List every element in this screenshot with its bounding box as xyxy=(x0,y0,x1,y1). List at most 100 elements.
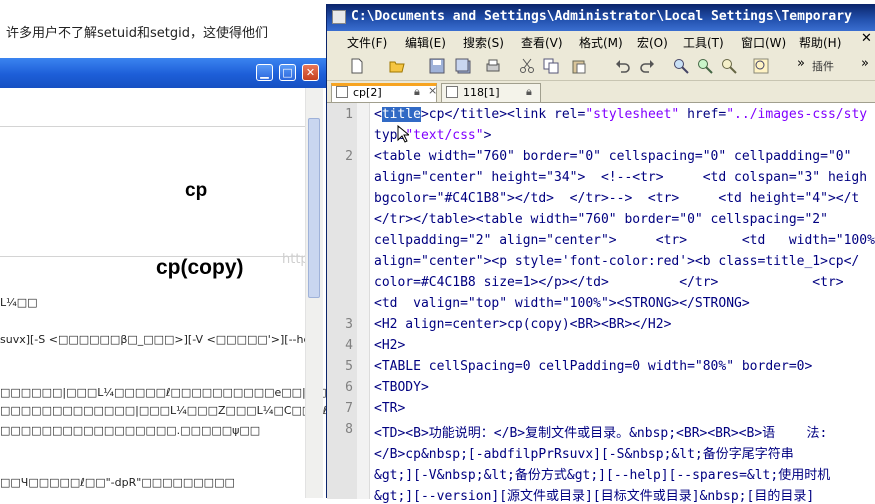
code-string: "stylesheet" xyxy=(585,107,680,122)
menu-search[interactable]: 搜索(S) xyxy=(463,34,504,51)
maximize-icon: □ xyxy=(282,66,293,79)
code-string: "text/css" xyxy=(405,128,484,143)
tab-label: 118[1] xyxy=(463,86,500,99)
open-file-icon[interactable] xyxy=(389,58,405,74)
notepadpp-window: C:\Documents and Settings\Administrator\… xyxy=(326,4,875,504)
code-line: <TABLE cellSpacing=0 cellPadding=0 width… xyxy=(374,359,813,374)
print-icon[interactable] xyxy=(485,58,501,74)
line-number: 2 xyxy=(345,149,353,164)
find-replace-icon[interactable] xyxy=(721,58,737,74)
code-line: &gt;][-V&nbsp;&lt;备份方式&gt;][--help][--sp… xyxy=(374,468,831,483)
lock-icon: 🔒︎ xyxy=(414,85,420,98)
menu-macro[interactable]: 宏(O) xyxy=(637,34,668,51)
code-line: <TD><B>功能说明：</B>复制文件或目录。&nbsp;<BR><BR><B… xyxy=(374,426,828,441)
browser-page-content: cp cp(copy) L¼□□ suvx][-S <□□□□□□β□_□□□>… xyxy=(0,88,358,498)
code-line: &gt;][--version][源文件或目录][目标文件或目录]&nbsp;[… xyxy=(374,489,815,504)
tab-cp2[interactable]: cp[2] 🔒︎ × xyxy=(331,83,437,102)
selected-text: title xyxy=(381,107,421,122)
code-line: <TR> xyxy=(374,401,406,416)
find-next-icon[interactable] xyxy=(697,58,713,74)
file-icon xyxy=(336,86,348,98)
divider xyxy=(0,256,305,257)
line-number: 6 xyxy=(345,380,353,395)
menu-format[interactable]: 格式(M) xyxy=(579,34,623,51)
close-icon: ✕ xyxy=(305,66,316,79)
save-icon[interactable] xyxy=(429,58,445,74)
scrollbar-thumb[interactable] xyxy=(308,118,320,298)
background-page-text: 许多用户不了解setuid和setgid，这使得他们 xyxy=(6,26,268,41)
menu-file[interactable]: 文件(F) xyxy=(347,34,387,51)
minimize-button[interactable]: ▁ xyxy=(256,64,273,81)
tab-bar: cp[2] 🔒︎ × 118[1] 🔒︎ xyxy=(327,81,875,102)
divider xyxy=(0,126,305,127)
code-line: <TBODY> xyxy=(374,380,429,395)
line-number: 8 xyxy=(345,422,353,437)
code-line: cellpadding="2" align="center"> <tr> <td… xyxy=(374,233,875,248)
code-text: >cp</title><link rel= xyxy=(420,107,586,122)
undo-icon[interactable] xyxy=(615,58,631,74)
tab-118[interactable]: 118[1] 🔒︎ xyxy=(441,83,541,102)
garbled-text-line: suvx][-S <□□□□□□β□_□□□>][-V <□□□□□'>][--… xyxy=(0,333,314,346)
menu-help[interactable]: 帮助(H) xyxy=(799,34,841,51)
window-title: C:\Documents and Settings\Administrator\… xyxy=(351,9,852,24)
npp-titlebar[interactable]: C:\Documents and Settings\Administrator\… xyxy=(327,4,875,31)
line-number: 7 xyxy=(345,401,353,416)
line-number: 5 xyxy=(345,359,353,374)
code-text: href= xyxy=(679,107,727,122)
maximize-button[interactable]: □ xyxy=(279,64,296,81)
plugins-label[interactable]: 插件 xyxy=(812,58,834,74)
zoom-icon[interactable] xyxy=(753,58,769,74)
lock-icon: 🔒︎ xyxy=(526,85,532,98)
browser-titlebar[interactable]: ▁ □ ✕ xyxy=(0,58,326,88)
code-line: </B>cp&nbsp;[-abdfilpPrRsuvx][-S&nbsp;&l… xyxy=(374,447,794,462)
close-button[interactable]: ✕ xyxy=(302,64,319,81)
file-icon xyxy=(446,86,458,98)
menu-bar: 文件(F) 编辑(E) 搜索(S) 查看(V) 格式(M) 宏(O) 工具(T)… xyxy=(327,31,875,52)
paste-icon[interactable] xyxy=(571,58,587,74)
code-line: <table width="760" border="0" cellspacin… xyxy=(374,149,852,164)
find-icon[interactable] xyxy=(673,58,689,74)
menu-tools[interactable]: 工具(T) xyxy=(683,34,724,51)
menu-edit[interactable]: 编辑(E) xyxy=(405,34,446,51)
page-heading-cp-copy: cp(copy) xyxy=(156,256,244,279)
line-number: 1 xyxy=(345,107,353,122)
menu-view[interactable]: 查看(V) xyxy=(521,34,563,51)
code-editor[interactable]: 1 2 3 4 5 6 7 8 <title>cp</title><link r… xyxy=(327,102,875,504)
code-line: bgcolor="#C4C1B8"></td> </tr>--> <tr> <t… xyxy=(374,191,860,206)
garbled-text-line: L¼□□ xyxy=(0,296,38,309)
tab-label: cp[2] xyxy=(353,86,382,99)
garbled-text-line: □□□□□□□□□□□□□□□□□.□□□□□ψ□□ xyxy=(0,424,261,437)
close-tab-icon[interactable]: × xyxy=(428,84,437,97)
code-line: align="center" height="34"> <!--<tr> <td… xyxy=(374,170,868,185)
browser-window: ▁ □ ✕ cp cp(copy) L¼□□ suvx][-S <□□□□□□β… xyxy=(0,58,358,498)
toolbar-overflow-icon[interactable]: » xyxy=(861,56,869,71)
menu-close-doc-icon[interactable]: ✕ xyxy=(861,31,872,46)
menu-window[interactable]: 窗口(W) xyxy=(741,34,786,51)
mouse-cursor-icon xyxy=(397,125,409,143)
toolbar-overflow-icon[interactable]: » xyxy=(797,56,805,71)
toolbar: » 插件 » xyxy=(327,52,875,81)
code-line: <td valign="top" width="100%"><STRONG></… xyxy=(374,296,750,311)
fold-margin[interactable] xyxy=(357,103,370,499)
code-line: color=#C4C1B8 size=1></p></td> </tr> <tr… xyxy=(374,275,844,290)
notepad-app-icon xyxy=(332,10,346,24)
code-line: <title>cp</title><link rel="stylesheet" … xyxy=(374,107,868,122)
new-file-icon[interactable] xyxy=(349,58,365,74)
cut-icon[interactable] xyxy=(519,58,535,74)
browser-scrollbar[interactable] xyxy=(305,88,323,498)
code-line: <H2 align=center>cp(copy)<BR><BR></H2> xyxy=(374,317,672,332)
code-text: > xyxy=(483,128,492,143)
garbled-text-line: □□□□□□|□□□L¼□□□□□ℓ□□□□□□□□□□e□□|□□□L¼ xyxy=(0,386,354,399)
code-line: <H2> xyxy=(374,338,406,353)
page-heading-cp: cp xyxy=(185,180,208,201)
line-number: 3 xyxy=(345,317,353,332)
save-all-icon[interactable] xyxy=(455,58,471,74)
line-number-gutter: 1 2 3 4 5 6 7 8 xyxy=(327,103,357,499)
copy-icon[interactable] xyxy=(543,58,559,74)
code-line: type"text/css"> xyxy=(374,128,491,143)
garbled-text-line: □□Ч□□□□□ℓ□□"-dpR"□□□□□□□□□ xyxy=(0,476,235,489)
code-line: align="center"><p style='font-color:red'… xyxy=(374,254,860,269)
code-string: "../images-css/sty xyxy=(726,107,868,122)
redo-icon[interactable] xyxy=(639,58,655,74)
code-line: </tr></table><table width="760" border="… xyxy=(374,212,828,227)
